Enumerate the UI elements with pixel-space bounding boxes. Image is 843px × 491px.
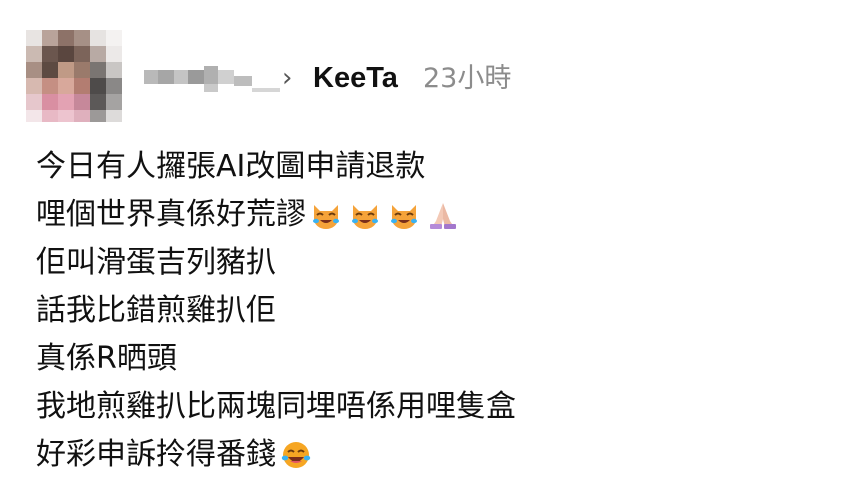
group-name-link[interactable]: KeeTa [313,56,398,100]
post-line: 好彩申訴拎得番錢 [36,431,816,479]
crying-laughing-cat-emoji [352,205,378,229]
post-line: 我地煎雞扒比兩塊同埋唔係用哩隻盒 [36,383,816,431]
tears-of-joy-emoji [281,442,311,468]
crying-laughing-cat-emoji [391,205,417,229]
post-line-text: 今日有人攞張AI改圖申請退款 [36,149,426,184]
folded-hands-emoji [430,203,456,229]
post-line-text: 哩個世界真係好荒謬 [36,197,306,232]
post-line-text: 好彩申訴拎得番錢 [36,437,276,472]
crying-laughing-cat-emoji [313,205,339,229]
post-line-text: 我地煎雞扒比兩塊同埋唔係用哩隻盒 [36,389,516,424]
post-body: 今日有人攞張AI改圖申請退款 哩個世界真係好荒謬 佢叫滑蛋吉列豬扒 話我比錯煎雞… [36,143,816,479]
post-line: 哩個世界真係好荒謬 [36,191,816,239]
post-card: › KeeTa 23小時 今日有人攞張AI改圖申請退款 哩個世界真係好荒謬 佢叫… [0,0,843,491]
post-header: › KeeTa 23小時 [26,30,826,125]
author-name-obscured[interactable] [144,60,294,100]
post-timestamp[interactable]: 23小時 [423,57,511,101]
post-line-text: 真係R晒頭 [36,341,177,376]
post-line: 今日有人攞張AI改圖申請退款 [36,143,816,191]
post-line: 佢叫滑蛋吉列豬扒 [36,239,816,287]
post-line-text: 佢叫滑蛋吉列豬扒 [36,245,276,280]
post-line: 話我比錯煎雞扒佢 [36,287,816,335]
post-line-text: 話我比錯煎雞扒佢 [36,293,276,328]
author-avatar[interactable] [26,30,122,122]
post-line: 真係R晒頭 [36,335,816,383]
chevron-right-icon: › [282,63,293,93]
